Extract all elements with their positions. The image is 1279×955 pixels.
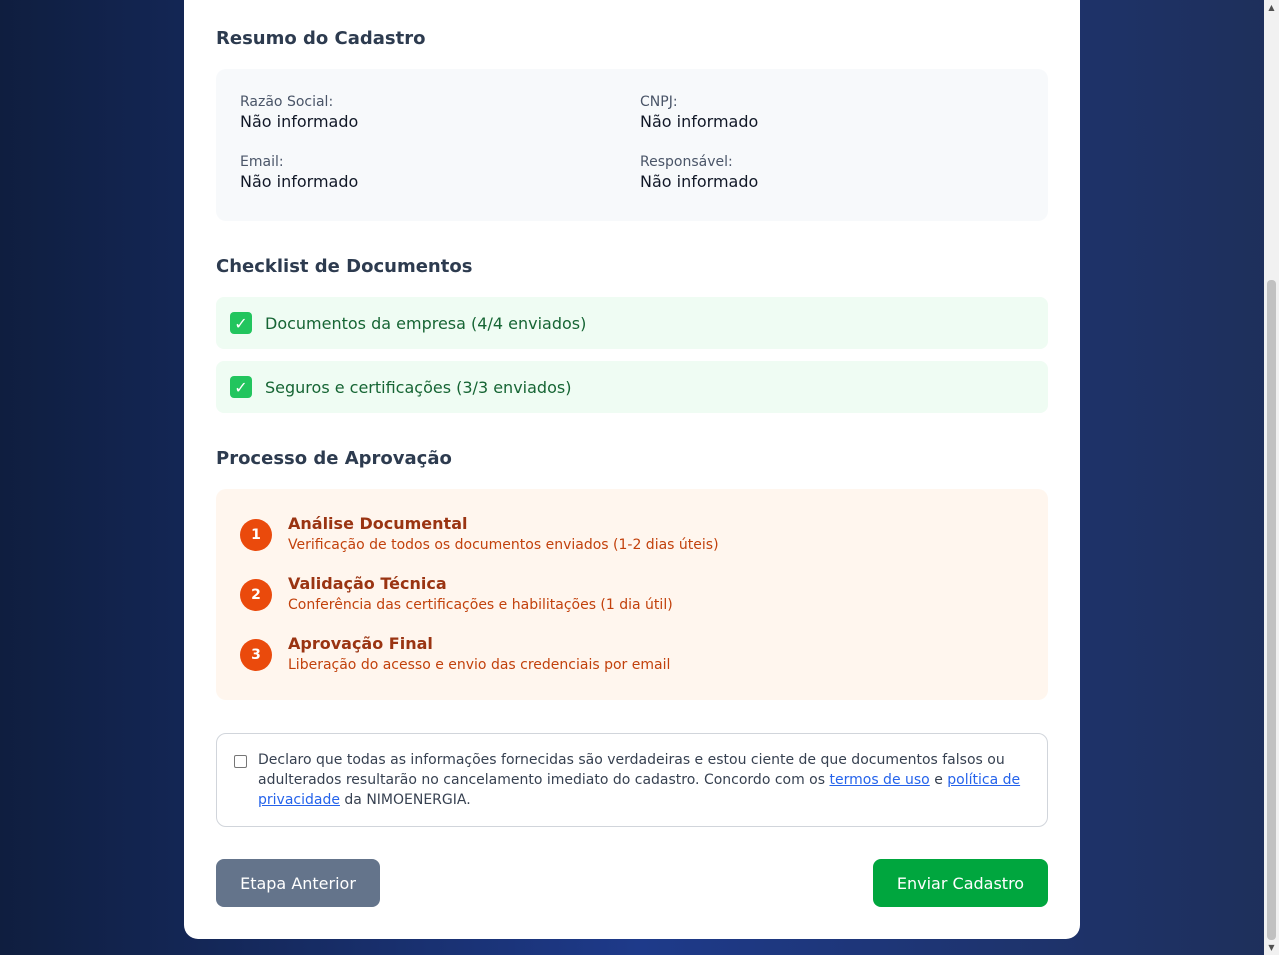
- summary-title: Resumo do Cadastro: [216, 28, 426, 49]
- razao-value: Não informado: [240, 112, 359, 131]
- razao-label: Razão Social:: [240, 94, 334, 110]
- terms-checkbox[interactable]: [234, 755, 247, 768]
- responsavel-label: Responsável:: [640, 154, 733, 170]
- cnpj-value: Não informado: [640, 112, 759, 131]
- step-title: Análise Documental: [288, 514, 468, 533]
- summary-responsavel: Responsável: Não informado: [640, 154, 758, 191]
- terms-text-part: e: [929, 772, 948, 788]
- cnpj-label: CNPJ:: [640, 94, 678, 110]
- step-number-badge: 3: [240, 639, 272, 671]
- step-title: Validação Técnica: [288, 574, 447, 593]
- scrollbar-thumb[interactable]: [1267, 280, 1276, 940]
- vertical-scrollbar[interactable]: ▲ ▼: [1264, 0, 1279, 955]
- terms-agreement-box: Declaro que todas as informações forneci…: [216, 733, 1048, 827]
- responsavel-value: Não informado: [640, 172, 759, 191]
- previous-step-button[interactable]: Etapa Anterior: [216, 859, 380, 907]
- submit-registration-button[interactable]: Enviar Cadastro: [873, 859, 1048, 907]
- approval-process-box: 1 Análise Documental Verificação de todo…: [216, 489, 1048, 700]
- process-title: Processo de Aprovação: [216, 448, 452, 469]
- process-step: 1 Análise Documental Verificação de todo…: [240, 514, 719, 553]
- checklist-item: ✓ Documentos da empresa (4/4 enviados): [216, 297, 1048, 349]
- step-description: Liberação do acesso e envio das credenci…: [288, 657, 671, 673]
- terms-text: Declaro que todas as informações forneci…: [258, 750, 1033, 810]
- checkmark-icon: ✓: [230, 376, 252, 398]
- step-number-badge: 2: [240, 579, 272, 611]
- process-step: 2 Validação Técnica Conferência das cert…: [240, 574, 673, 613]
- scroll-up-arrow-icon[interactable]: ▲: [1267, 3, 1276, 12]
- process-step: 3 Aprovação Final Liberação do acesso e …: [240, 634, 670, 673]
- checklist-item-label: Documentos da empresa (4/4 enviados): [265, 313, 587, 333]
- step-description: Conferência das certificações e habilita…: [288, 597, 673, 613]
- summary-razao: Razão Social: Não informado: [240, 94, 358, 131]
- checkmark-icon: ✓: [230, 312, 252, 334]
- terms-text-part: da NIMOENERGIA.: [339, 792, 471, 808]
- summary-cnpj: CNPJ: Não informado: [640, 94, 758, 131]
- checklist-title: Checklist de Documentos: [216, 256, 473, 277]
- terms-of-use-link[interactable]: termos de uso: [830, 772, 930, 788]
- step-description: Verificação de todos os documentos envia…: [288, 537, 719, 553]
- step-number-badge: 1: [240, 519, 272, 551]
- registration-card: Resumo do Cadastro Razão Social: Não inf…: [184, 0, 1080, 939]
- scroll-down-arrow-icon[interactable]: ▼: [1267, 943, 1276, 952]
- summary-box: Razão Social: Não informado CNPJ: Não in…: [216, 69, 1048, 221]
- checklist-item: ✓ Seguros e certificações (3/3 enviados): [216, 361, 1048, 413]
- summary-email: Email: Não informado: [240, 154, 358, 191]
- email-label: Email:: [240, 154, 284, 170]
- email-value: Não informado: [240, 172, 359, 191]
- checklist-item-label: Seguros e certificações (3/3 enviados): [265, 377, 572, 397]
- step-title: Aprovação Final: [288, 634, 433, 653]
